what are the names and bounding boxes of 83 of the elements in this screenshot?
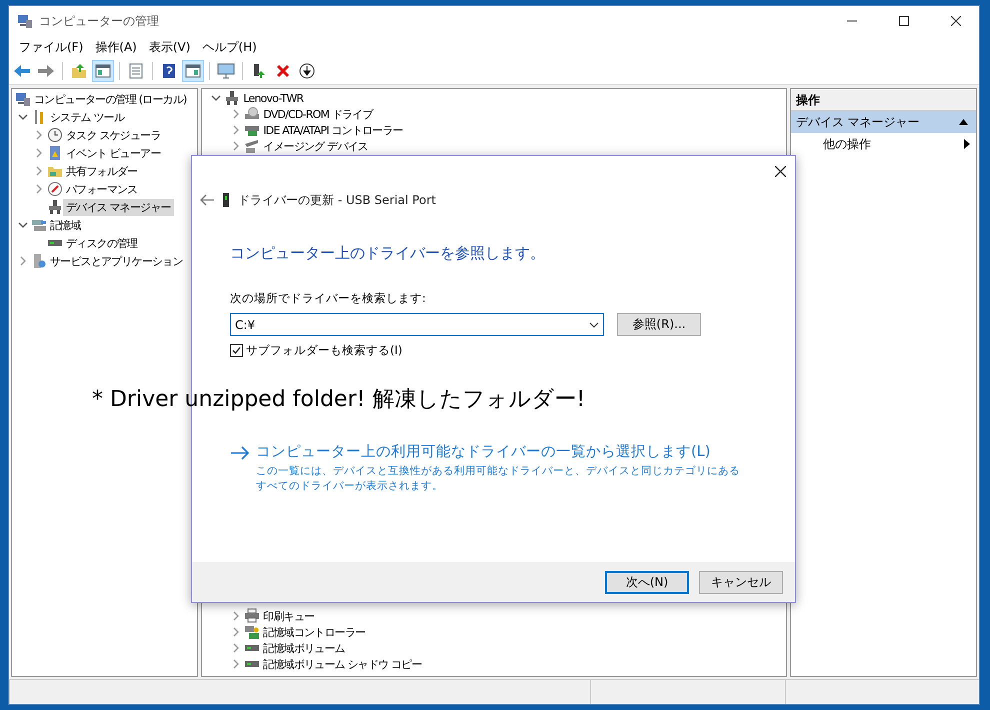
clock-icon — [47, 127, 63, 143]
expand-chevron-icon[interactable] — [231, 611, 242, 621]
tree-item[interactable]: コンピューターの管理 (ローカル) — [31, 90, 190, 108]
printer-icon — [244, 608, 260, 624]
actions-section-header[interactable]: デバイス マネージャー — [790, 111, 976, 133]
checkbox-label: サブフォルダーも検索する(I) — [246, 343, 402, 358]
actions-header: 操作 — [790, 90, 976, 111]
expand-chevron-icon[interactable] — [18, 256, 28, 266]
folder-up-icon — [71, 63, 87, 79]
field-label: 次の場所でドライバーを検索します: — [230, 291, 427, 306]
tree-item[interactable]: タスク スケジューラ — [63, 126, 164, 144]
close-icon — [774, 166, 786, 176]
forward-arrow-icon — [37, 64, 55, 78]
properties-icon — [128, 63, 144, 79]
storage-controller-icon — [244, 624, 260, 640]
dialog-button[interactable]: キャンセル — [699, 570, 783, 594]
tree-item[interactable]: イメージング デバイス — [260, 138, 371, 154]
dialog-title: ドライバーの更新 - USB Serial Port — [238, 192, 436, 208]
gauge-icon — [47, 181, 63, 197]
expand-chevron-icon[interactable] — [231, 627, 242, 637]
tree-item[interactable]: 記憶域コントローラー — [260, 624, 368, 640]
expand-chevron-icon[interactable] — [231, 141, 242, 151]
tree-item[interactable]: IDE ATA/ATAPI コントローラー — [260, 122, 406, 138]
section-title: デバイス マネージャー — [796, 114, 920, 130]
link-description: この一覧には、デバイスと互換性がある利用可能なドライバーと、デバイスと同じカテゴリにあるすべてのドライバーが表示されます。 — [256, 464, 741, 494]
menu-item[interactable]: 操作(A) — [89, 36, 143, 58]
expand-chevron-icon[interactable] — [34, 148, 44, 158]
tree-item[interactable]: 記憶域ボリューム シャドウ コピー — [260, 656, 425, 672]
collapse-chevron-icon[interactable] — [211, 93, 222, 103]
back-arrow-icon[interactable] — [200, 194, 214, 206]
collapse-chevron-icon[interactable] — [18, 112, 28, 122]
expand-chevron-icon[interactable] — [231, 659, 242, 669]
app-icon — [17, 13, 33, 29]
tree-item[interactable]: デバイス マネージャー — [63, 198, 174, 216]
maximize-icon — [899, 16, 909, 26]
submenu-arrow-icon — [964, 139, 970, 149]
tree-item[interactable]: サービスとアプリケーション — [47, 252, 186, 270]
event-log-icon — [47, 145, 63, 161]
expand-chevron-icon[interactable] — [34, 166, 44, 176]
tree-item[interactable]: システム ツール — [47, 108, 128, 126]
tree-item[interactable]: 記憶域 — [47, 216, 84, 234]
expand-chevron-icon[interactable] — [34, 130, 44, 140]
browse-button[interactable]: 参照(R)... — [617, 313, 701, 336]
storage-icon — [31, 217, 47, 233]
menu-item[interactable]: ヘルプ(H) — [196, 36, 263, 58]
window-title: コンピューターの管理 — [39, 12, 160, 30]
driver-list-link[interactable]: コンピューター上の利用可能なドライバーの一覧から選択します(L) — [256, 442, 710, 461]
tree-item[interactable]: Lenovo-TWR — [240, 90, 306, 106]
menu-item[interactable]: 表示(V) — [142, 36, 196, 58]
location-combo-box[interactable]: C:¥ — [230, 313, 604, 336]
computer-icon — [15, 91, 31, 107]
back-arrow-icon — [13, 64, 31, 78]
expand-chevron-icon[interactable] — [34, 184, 44, 194]
right-arrow-icon — [230, 446, 250, 460]
annotation-text: * Driver unzipped folder! 解凍したフォルダー! — [92, 386, 586, 414]
expand-chevron-icon[interactable] — [231, 643, 242, 653]
tree-pane-icon — [95, 63, 111, 79]
monitor-icon — [217, 63, 235, 79]
dialog-button[interactable]: 次へ(N) — [605, 570, 689, 594]
tree-item[interactable]: 印刷キュー — [260, 608, 318, 624]
tree-item[interactable]: 共有フォルダー — [63, 162, 140, 180]
expand-chevron-icon[interactable] — [231, 109, 242, 119]
expand-chevron-icon[interactable] — [231, 125, 242, 135]
device-icon — [47, 199, 63, 215]
services-icon — [31, 253, 47, 269]
tree-item[interactable]: DVD/CD-ROM ドライブ — [260, 106, 376, 122]
checkbox[interactable] — [230, 344, 243, 357]
menu-item[interactable]: ファイル(F) — [13, 36, 90, 58]
enable-device-icon — [251, 63, 267, 79]
collapse-chevron-icon[interactable] — [18, 220, 28, 230]
help-icon — [161, 63, 177, 79]
delete-icon — [276, 64, 290, 78]
tree-item[interactable]: パフォーマンス — [63, 180, 140, 198]
action-item[interactable]: 他の操作 — [822, 136, 871, 152]
action-pane-icon — [185, 63, 201, 79]
tree-item[interactable]: 記憶域ボリューム — [260, 640, 348, 656]
usb-device-icon — [222, 193, 230, 207]
dialog-heading: コンピューター上のドライバーを参照します。 — [230, 244, 546, 263]
tree-item[interactable]: イベント ビューアー — [63, 144, 164, 162]
close-icon — [951, 16, 961, 26]
tree-item[interactable]: ディスクの管理 — [63, 234, 140, 252]
network-computer-icon — [224, 90, 240, 106]
disc-drive-icon — [244, 106, 260, 122]
